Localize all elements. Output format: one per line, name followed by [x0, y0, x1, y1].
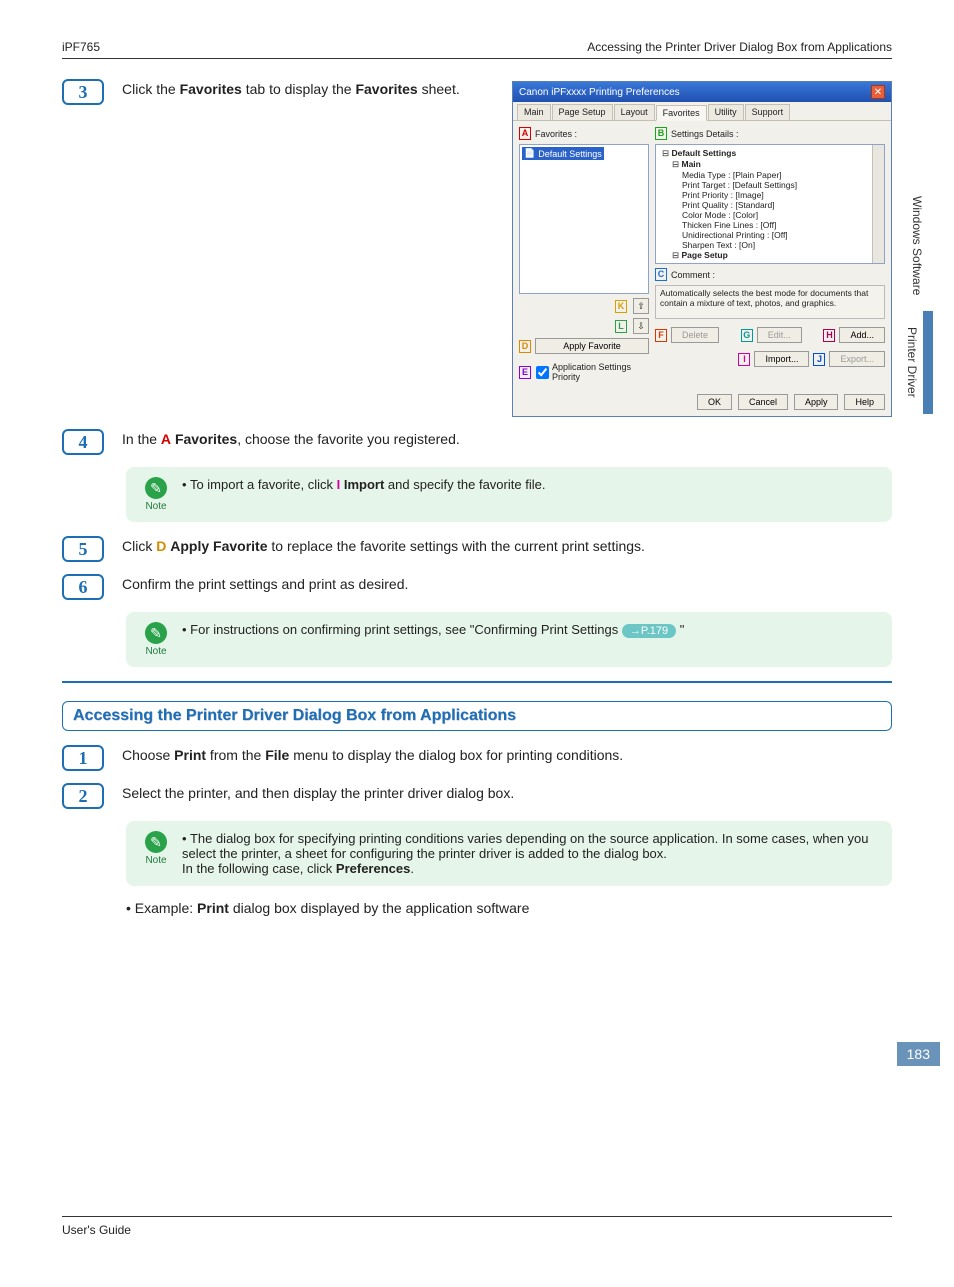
export-button[interactable]: Export...: [829, 351, 885, 367]
marker-k: K: [615, 300, 627, 313]
move-down-icon[interactable]: ⇩: [633, 318, 649, 334]
step-4: 4 In the A Favorites, choose the favorit…: [62, 429, 892, 455]
page-number: 183: [897, 1042, 940, 1066]
favorites-selected-item[interactable]: 📄 Default Settings: [522, 147, 604, 160]
note-block: ✎ Note To import a favorite, click I Imp…: [126, 467, 892, 522]
move-up-icon[interactable]: ⇧: [633, 298, 649, 314]
note-icon: ✎: [145, 477, 167, 499]
marker-f: F: [655, 329, 667, 342]
side-tab-printer-driver: Printer Driver: [901, 311, 933, 414]
cancel-button[interactable]: Cancel: [738, 394, 788, 410]
marker-l: L: [615, 320, 627, 333]
marker-h: H: [823, 329, 835, 342]
apply-button[interactable]: Apply: [794, 394, 839, 410]
note-block: ✎ Note The dialog box for specifying pri…: [126, 821, 892, 886]
side-tab-windows-software: Windows Software: [906, 180, 928, 311]
side-tabs: Windows Software Printer Driver: [894, 180, 940, 414]
close-icon[interactable]: ✕: [871, 85, 885, 99]
page-header: iPF765 Accessing the Printer Driver Dial…: [62, 40, 892, 59]
tab-support[interactable]: Support: [745, 104, 791, 120]
sec-step-2: 2 Select the printer, and then display t…: [62, 783, 892, 809]
printing-preferences-dialog: Canon iPFxxxx Printing Preferences ✕ Mai…: [512, 81, 892, 417]
example-line: Example: Print dialog box displayed by t…: [126, 900, 892, 916]
tab-main[interactable]: Main: [517, 104, 551, 120]
note-block: ✎ Note For instructions on confirming pr…: [126, 612, 892, 667]
app-settings-priority-checkbox[interactable]: [536, 366, 549, 379]
sec-step-1: 1 Choose Print from the File menu to dis…: [62, 745, 892, 771]
step-6: 6 Confirm the print settings and print a…: [62, 574, 892, 600]
section-title: Accessing the Printer Driver Dialog Box …: [62, 701, 892, 731]
page-footer: User's Guide: [62, 1216, 892, 1237]
tab-page-setup[interactable]: Page Setup: [552, 104, 613, 120]
step-number: 3: [62, 79, 104, 105]
dialog-action-row: OK Cancel Apply Help: [513, 388, 891, 416]
step-number: 1: [62, 745, 104, 771]
step-number: 4: [62, 429, 104, 455]
model-label: iPF765: [62, 40, 100, 54]
marker-c: C: [655, 268, 667, 281]
marker-a: A: [519, 127, 531, 140]
step-number: 6: [62, 574, 104, 600]
tab-favorites[interactable]: Favorites: [656, 105, 707, 121]
note-icon: ✎: [145, 831, 167, 853]
comment-box: Automatically selects the best mode for …: [655, 285, 885, 319]
step-number: 5: [62, 536, 104, 562]
marker-i: I: [738, 353, 750, 366]
page-ref-link[interactable]: →P.179: [622, 624, 676, 638]
breadcrumb: Accessing the Printer Driver Dialog Box …: [587, 40, 892, 54]
marker-b: B: [655, 127, 667, 140]
tab-utility[interactable]: Utility: [708, 104, 744, 120]
scrollbar[interactable]: [872, 145, 884, 263]
import-button[interactable]: Import...: [754, 351, 809, 367]
marker-e: E: [519, 366, 531, 379]
help-button[interactable]: Help: [844, 394, 885, 410]
edit-button[interactable]: Edit...: [757, 327, 802, 343]
step-3: 3 Click the Favorites tab to display the…: [62, 79, 892, 417]
dialog-titlebar: Canon iPFxxxx Printing Preferences ✕: [513, 82, 891, 102]
step-number: 2: [62, 783, 104, 809]
add-button[interactable]: Add...: [839, 327, 885, 343]
tab-layout[interactable]: Layout: [614, 104, 655, 120]
favorites-list[interactable]: 📄 Default Settings: [519, 144, 649, 294]
delete-button[interactable]: Delete: [671, 327, 719, 343]
apply-favorite-button[interactable]: Apply Favorite: [535, 338, 649, 354]
note-icon: ✎: [145, 622, 167, 644]
settings-details-tree[interactable]: ⊟ Default Settings ⊟ Main Media Type : […: [655, 144, 885, 264]
marker-g: G: [741, 329, 753, 342]
marker-j: J: [813, 353, 825, 366]
marker-d: D: [519, 340, 531, 353]
step-5: 5 Click D Apply Favorite to replace the …: [62, 536, 892, 562]
dialog-tabs: Main Page Setup Layout Favorites Utility…: [513, 102, 891, 121]
ok-button[interactable]: OK: [697, 394, 732, 410]
